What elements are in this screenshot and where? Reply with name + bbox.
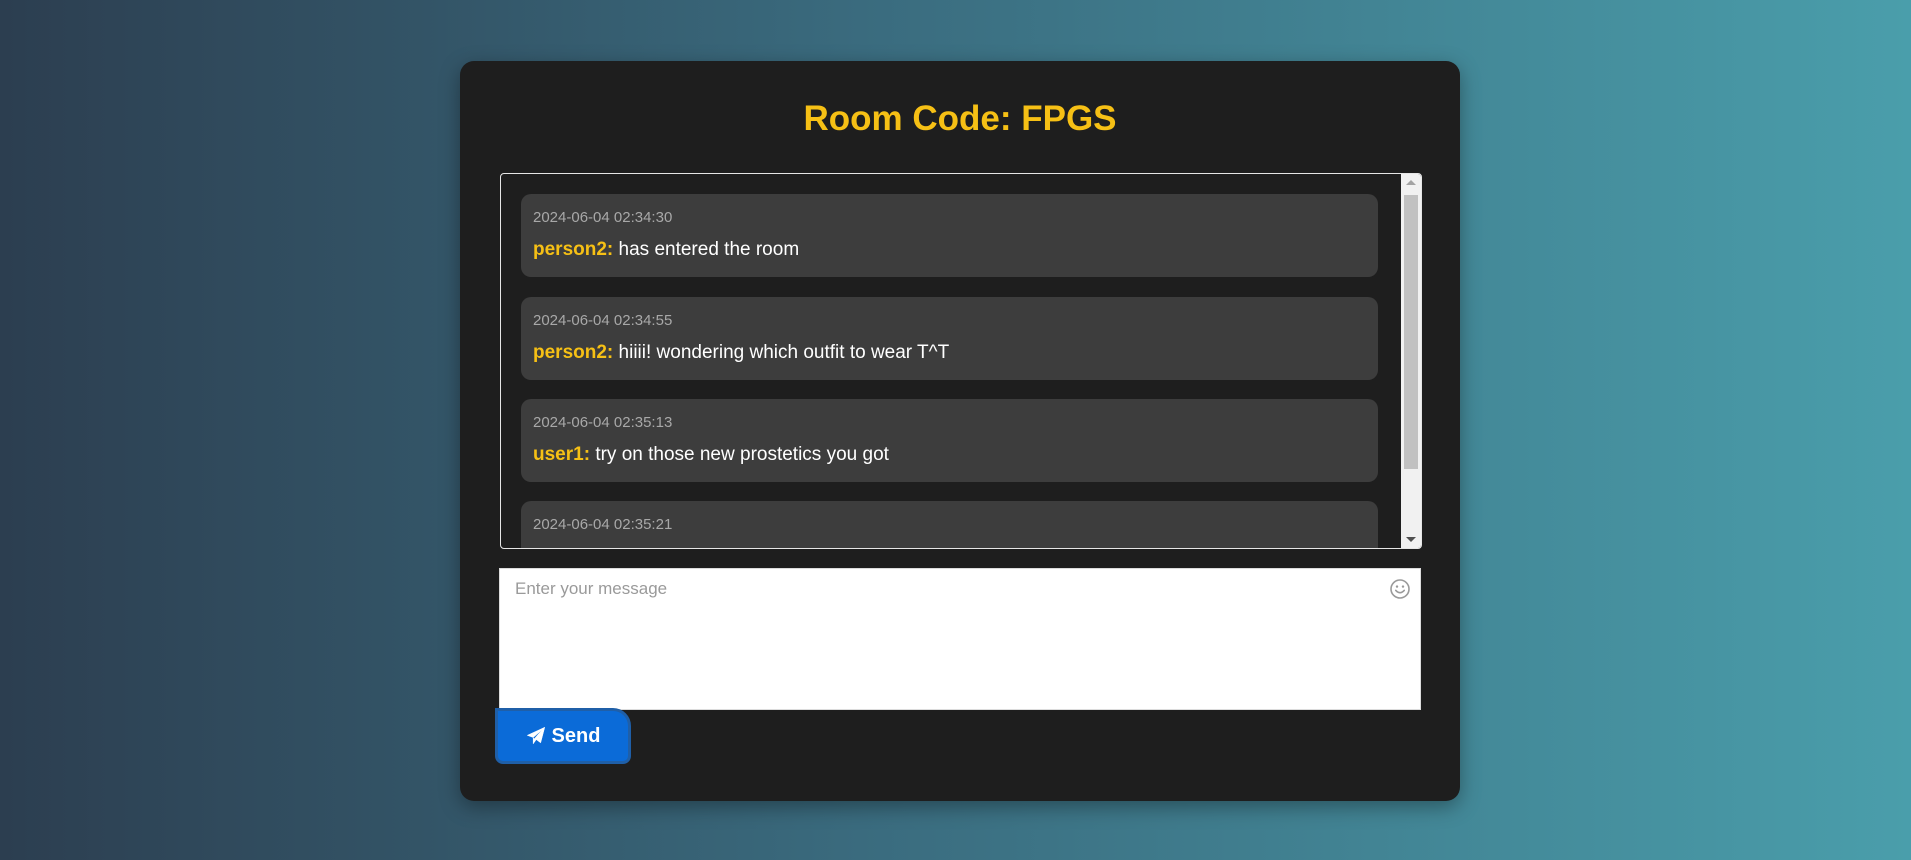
message-item: 2024-06-04 02:35:13 user1: try on those … (521, 399, 1378, 482)
message-username: person2: (533, 342, 614, 363)
message-list-scrollbar[interactable] (1401, 174, 1421, 548)
paper-plane-icon (526, 727, 545, 745)
message-timestamp: 2024-06-04 02:35:21 (533, 516, 673, 533)
message-list[interactable]: 2024-06-04 02:34:30 person2: has entered… (501, 174, 1401, 548)
message-timestamp: 2024-06-04 02:35:13 (533, 414, 673, 431)
message-line: person2: hiiii! wondering which outfit t… (533, 342, 1366, 364)
smiley-icon[interactable] (1389, 578, 1411, 600)
message-text: try on those new prostetics you got (595, 444, 889, 465)
message-line: user1: try on those new prostetics you g… (533, 444, 1366, 466)
chat-room-panel: Room Code: FPGS 2024-06-04 02:34:30 pers… (460, 61, 1460, 801)
message-timestamp: 2024-06-04 02:34:30 (533, 209, 673, 226)
message-input-container (499, 568, 1421, 710)
message-list-container[interactable]: 2024-06-04 02:34:30 person2: has entered… (500, 173, 1422, 549)
send-button[interactable]: Send (495, 708, 631, 764)
message-text: hiiii! wondering which outfit to wear T^… (618, 342, 950, 363)
send-button-label: Send (551, 724, 601, 747)
message-username: user1: (533, 444, 591, 465)
room-code-title: Room Code: FPGS (803, 99, 1117, 138)
message-item: 2024-06-04 02:35:21 (521, 501, 1378, 548)
message-input[interactable] (500, 569, 1420, 709)
message-item: 2024-06-04 02:34:55 person2: hiiii! wond… (521, 297, 1378, 380)
scrollbar-thumb[interactable] (1404, 195, 1418, 469)
message-text: has entered the room (618, 239, 800, 260)
message-username: person2: (533, 239, 614, 260)
message-item: 2024-06-04 02:34:30 person2: has entered… (521, 194, 1378, 277)
message-line: person2: has entered the room (533, 239, 1366, 261)
message-timestamp: 2024-06-04 02:34:55 (533, 312, 673, 329)
scroll-down-arrow-icon[interactable] (1401, 531, 1421, 548)
scroll-up-arrow-icon[interactable] (1401, 174, 1421, 191)
